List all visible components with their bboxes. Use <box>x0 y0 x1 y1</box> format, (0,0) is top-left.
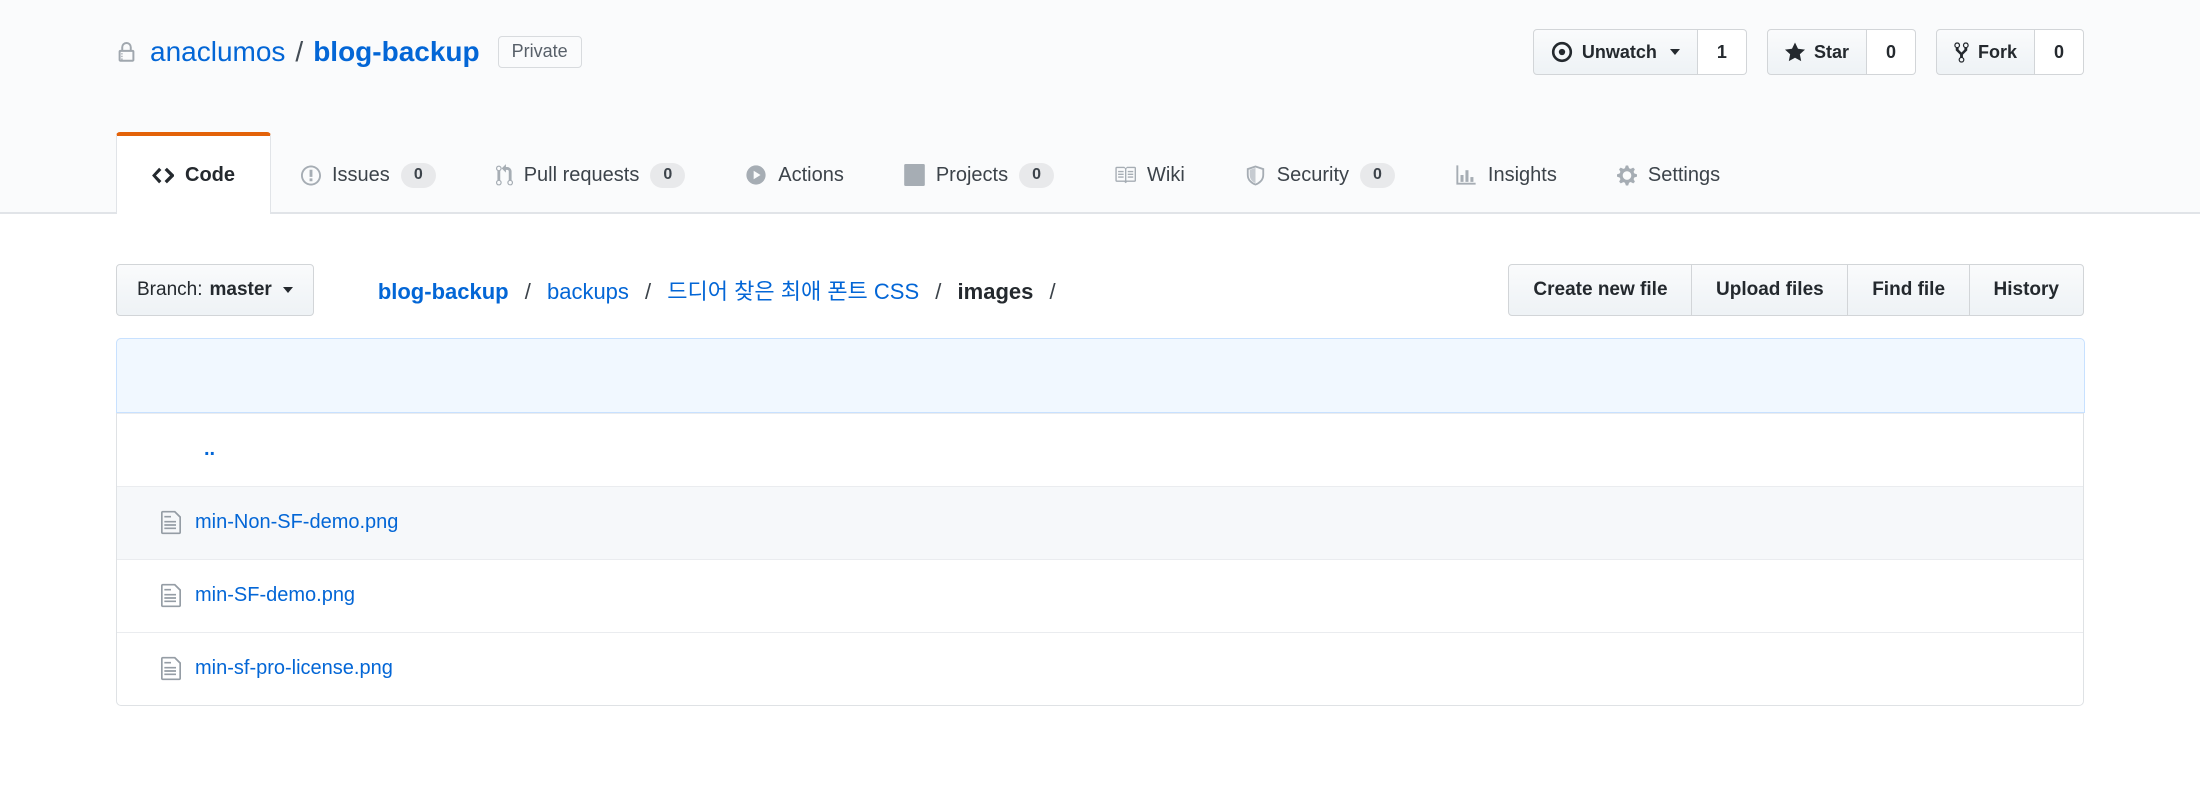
star-icon <box>1785 41 1805 64</box>
tab-actions[interactable]: Actions <box>715 132 874 214</box>
tab-label: Issues <box>332 164 390 187</box>
repo-title: anaclumos / blog-backup Private <box>116 36 582 68</box>
breadcrumb: blog-backup / backups / 드디어 찾은 최애 폰트 CSS… <box>378 274 1509 306</box>
unwatch-label: Unwatch <box>1582 42 1657 63</box>
history-button[interactable]: History <box>1969 264 2084 316</box>
tab-issues[interactable]: Issues 0 <box>271 132 466 214</box>
tab-label: Code <box>185 164 235 187</box>
tab-counter: 0 <box>1019 163 1054 188</box>
up-directory-link[interactable]: .. <box>204 438 215 461</box>
create-new-file-button[interactable]: Create new file <box>1508 264 1692 316</box>
pagehead-divider <box>0 212 2200 214</box>
git-pull-request-icon <box>496 164 513 187</box>
files-table: .. min-Non-SF-demo.png min-SF-demo.png m… <box>116 338 2084 706</box>
star-label: Star <box>1814 42 1849 63</box>
tab-label: Pull requests <box>524 164 640 187</box>
project-icon <box>904 164 925 186</box>
tab-counter: 0 <box>1360 163 1395 188</box>
file-navigation: Branch: master blog-backup / backups / 드… <box>116 264 2084 316</box>
branch-name: master <box>209 279 271 301</box>
fork-button[interactable]: Fork <box>1936 29 2035 75</box>
branch-label: Branch: <box>137 279 202 301</box>
tab-label: Actions <box>778 164 844 187</box>
tab-settings[interactable]: Settings <box>1587 132 1750 214</box>
file-link[interactable]: min-sf-pro-license.png <box>195 657 393 680</box>
tab-security[interactable]: Security 0 <box>1215 132 1425 214</box>
tab-label: Security <box>1277 164 1349 187</box>
tab-projects[interactable]: Projects 0 <box>874 132 1084 214</box>
table-row: min-Non-SF-demo.png <box>117 486 2083 559</box>
find-file-button[interactable]: Find file <box>1847 264 1970 316</box>
unwatch-button[interactable]: Unwatch <box>1533 29 1698 75</box>
table-row: min-sf-pro-license.png <box>117 632 2083 705</box>
watch-count[interactable]: 1 <box>1698 29 1747 75</box>
code-icon <box>152 163 174 188</box>
repo-name-link[interactable]: blog-backup <box>313 36 479 68</box>
breadcrumb-current: images <box>958 279 1034 304</box>
file-text-icon <box>161 582 181 609</box>
graph-icon <box>1455 164 1477 186</box>
chevron-down-icon <box>1670 49 1680 55</box>
file-link[interactable]: min-Non-SF-demo.png <box>195 511 398 534</box>
private-badge: Private <box>498 36 582 68</box>
repo-pagehead: anaclumos / blog-backup Private Unwatch … <box>0 0 2200 214</box>
tab-label: Settings <box>1648 164 1720 187</box>
fork-count[interactable]: 0 <box>2035 29 2084 75</box>
tab-label: Insights <box>1488 164 1557 187</box>
watch-group: Unwatch 1 <box>1533 29 1747 75</box>
fork-label: Fork <box>1978 42 2017 63</box>
file-action-buttons: Create new file Upload files Find file H… <box>1508 264 2084 316</box>
tab-counter: 0 <box>650 163 685 188</box>
branch-selector-button[interactable]: Branch: master <box>116 264 314 316</box>
tab-insights[interactable]: Insights <box>1425 132 1587 214</box>
lock-icon <box>116 39 137 66</box>
repo-title-separator: / <box>295 36 303 68</box>
table-row: min-SF-demo.png <box>117 559 2083 632</box>
tab-counter: 0 <box>401 163 436 188</box>
upload-files-button[interactable]: Upload files <box>1691 264 1849 316</box>
fork-group: Fork 0 <box>1936 29 2084 75</box>
repo-forked-icon <box>1954 41 1969 64</box>
play-icon <box>745 164 767 186</box>
pagehead-actions: Unwatch 1 Star 0 Fork 0 <box>1533 29 2084 75</box>
eye-icon <box>1551 41 1573 63</box>
breadcrumb-dir-link[interactable]: backups <box>547 279 629 304</box>
file-link[interactable]: min-SF-demo.png <box>195 584 355 607</box>
breadcrumb-separator: / <box>935 279 941 304</box>
repo-content: Branch: master blog-backup / backups / 드… <box>116 264 2084 706</box>
star-count[interactable]: 0 <box>1867 29 1916 75</box>
file-text-icon <box>161 509 181 536</box>
shield-icon <box>1245 164 1266 187</box>
breadcrumb-separator: / <box>645 279 651 304</box>
issue-opened-icon <box>301 164 321 187</box>
chevron-down-icon <box>283 287 293 293</box>
breadcrumb-separator: / <box>525 279 531 304</box>
repo-owner-link[interactable]: anaclumos <box>150 36 285 68</box>
tab-code[interactable]: Code <box>116 132 271 214</box>
breadcrumb-separator: / <box>1049 279 1055 304</box>
gear-icon <box>1617 164 1637 187</box>
commit-tease-band <box>116 338 2085 413</box>
tab-label: Projects <box>936 164 1008 187</box>
repo-tabs: Code Issues 0 Pull requests 0 Actions Pr… <box>116 132 2084 214</box>
breadcrumb-repo-link[interactable]: blog-backup <box>378 279 509 304</box>
tab-wiki[interactable]: Wiki <box>1084 132 1215 214</box>
file-text-icon <box>161 655 181 682</box>
breadcrumb-dir-link[interactable]: 드디어 찾은 최애 폰트 CSS <box>667 279 919 304</box>
tab-label: Wiki <box>1147 164 1185 187</box>
star-button[interactable]: Star <box>1767 29 1867 75</box>
tab-pull-requests[interactable]: Pull requests 0 <box>466 132 716 214</box>
table-row-up: .. <box>117 413 2083 486</box>
star-group: Star 0 <box>1767 29 1916 75</box>
book-icon <box>1114 164 1136 186</box>
